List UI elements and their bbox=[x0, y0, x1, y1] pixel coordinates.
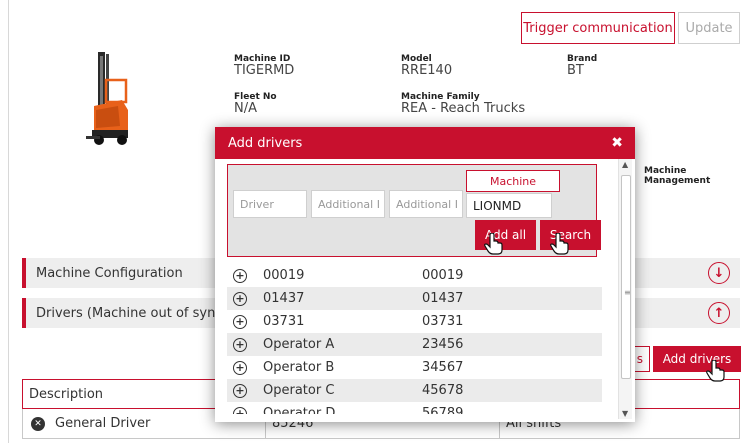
driver-description: General Driver bbox=[55, 416, 151, 431]
driver-field[interactable]: Driver bbox=[233, 190, 307, 218]
scroll-up-icon[interactable]: ▲ bbox=[622, 160, 628, 169]
machine-field[interactable]: LIONMD bbox=[466, 193, 552, 218]
machine-management-label: Machine Management bbox=[644, 166, 711, 186]
driver-name: 01437 bbox=[263, 291, 305, 306]
driver-name: Operator C bbox=[263, 383, 335, 398]
dialog-title: Add drivers bbox=[228, 135, 303, 151]
driver-name: 00019 bbox=[263, 268, 305, 283]
add-circle-icon[interactable]: + bbox=[233, 383, 247, 398]
dialog-scrollbar[interactable]: ▲ ≡ ▼ bbox=[618, 159, 632, 419]
add-drivers-dialog: Add drivers ✖ Driver Additional I Additi… bbox=[215, 127, 635, 422]
add-circle-icon[interactable]: + bbox=[233, 337, 247, 352]
drivers-section-title: Drivers (Machine out of sync) bbox=[36, 305, 228, 321]
machine-field-label: Machine bbox=[466, 170, 560, 192]
driver-id: 01437 bbox=[422, 291, 464, 306]
machine-id-value: TIGERMD bbox=[234, 63, 295, 78]
add-circle-icon[interactable]: + bbox=[233, 268, 247, 283]
trigger-communication-button[interactable]: Trigger communication bbox=[521, 12, 675, 44]
list-item[interactable]: + 01437 01437 bbox=[227, 287, 602, 310]
driver-id: 23456 bbox=[422, 337, 464, 352]
model-value: RRE140 bbox=[401, 63, 453, 78]
remove-circle-icon[interactable]: ✕ bbox=[31, 416, 45, 431]
additional-field-1[interactable]: Additional I bbox=[311, 190, 385, 218]
add-circle-icon[interactable]: + bbox=[233, 314, 247, 329]
arrow-down-circle-icon[interactable]: ↓ bbox=[708, 262, 730, 284]
dialog-header: Add drivers ✖ bbox=[215, 127, 635, 159]
brand-value: BT bbox=[567, 63, 584, 78]
hand-cursor-icon bbox=[706, 360, 725, 382]
driver-name: Operator B bbox=[263, 360, 335, 375]
add-circle-icon[interactable]: + bbox=[233, 291, 247, 306]
hand-cursor-icon bbox=[484, 233, 503, 255]
list-item[interactable]: + Operator D 56789 bbox=[227, 402, 602, 414]
hand-cursor-icon bbox=[550, 233, 569, 255]
list-item[interactable]: + Operator C 45678 bbox=[227, 379, 602, 402]
list-item[interactable]: + 03731 03731 bbox=[227, 310, 602, 333]
fleet-no-value: N/A bbox=[234, 101, 257, 116]
driver-id: 45678 bbox=[422, 383, 464, 398]
add-circle-icon[interactable]: + bbox=[233, 360, 247, 375]
update-button[interactable]: Update bbox=[678, 12, 740, 44]
add-circle-icon[interactable]: + bbox=[233, 406, 247, 414]
additional-field-2[interactable]: Additional I bbox=[389, 190, 463, 218]
driver-search-panel: Driver Additional I Additional I Machine… bbox=[227, 164, 601, 257]
add-drivers-button[interactable]: Add drivers bbox=[653, 346, 741, 372]
scroll-down-icon[interactable]: ▼ bbox=[622, 409, 628, 418]
driver-id: 56789 bbox=[422, 406, 464, 414]
driver-name: Operator D bbox=[263, 406, 336, 414]
scrollbar-thumb[interactable]: ≡ bbox=[621, 175, 631, 379]
driver-id: 34567 bbox=[422, 360, 464, 375]
machine-family-value: REA - Reach Trucks bbox=[401, 101, 526, 116]
machine-image bbox=[86, 52, 128, 145]
description-cell: ✕ General Driver bbox=[31, 409, 150, 438]
close-icon[interactable]: ✖ bbox=[611, 135, 623, 151]
list-item[interactable]: + Operator A 23456 bbox=[227, 333, 602, 356]
list-item[interactable]: + Operator B 34567 bbox=[227, 356, 602, 379]
driver-name: 03731 bbox=[263, 314, 305, 329]
driver-id: 03731 bbox=[422, 314, 464, 329]
grip-icon: ≡ bbox=[624, 288, 631, 297]
machine-configuration-title: Machine Configuration bbox=[36, 265, 183, 281]
list-item[interactable]: + 00019 00019 bbox=[227, 264, 602, 287]
arrow-up-circle-icon[interactable]: ↑ bbox=[708, 302, 730, 324]
driver-id: 00019 bbox=[422, 268, 464, 283]
driver-name: Operator A bbox=[263, 337, 335, 352]
driver-results-list: + 00019 00019 + 01437 01437 + 03731 0373… bbox=[227, 264, 602, 414]
